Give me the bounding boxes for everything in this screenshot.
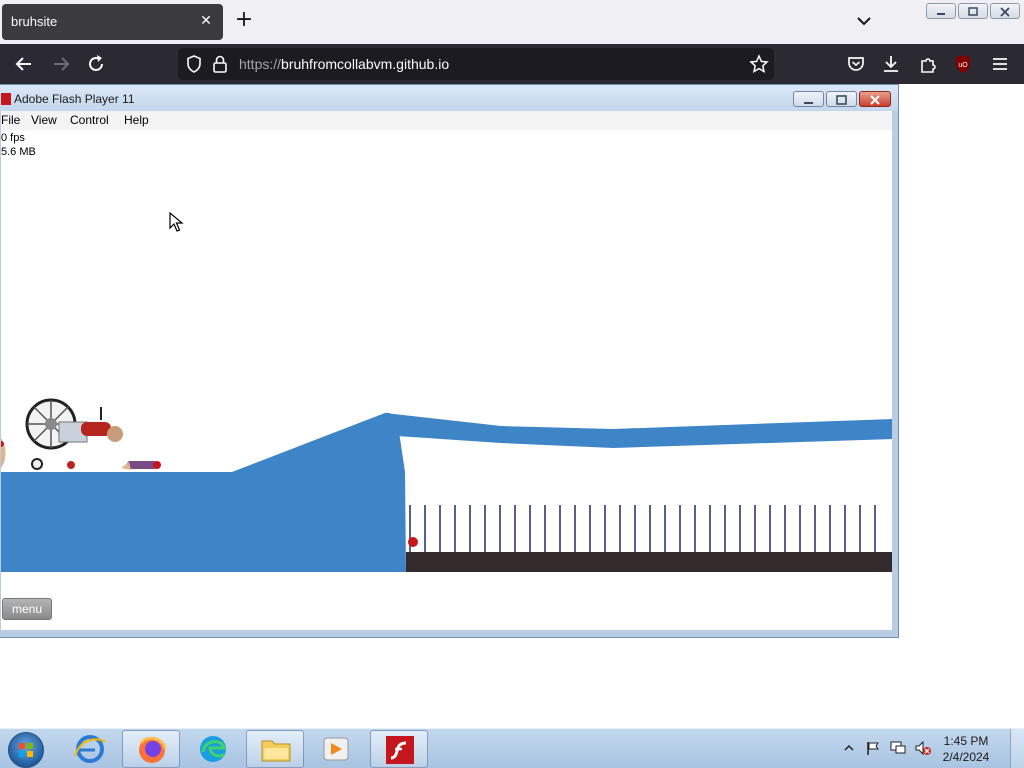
edge-icon [200,736,226,762]
action-center-flag-icon[interactable] [865,740,881,756]
flash-logo-icon [1,93,11,105]
player-character [25,398,123,470]
shield-icon[interactable] [184,54,204,74]
game-menu-button[interactable]: menu [2,598,52,620]
downloads-icon[interactable] [880,53,902,75]
url-host: bruhfromcollabvm.github.io [281,56,450,72]
back-icon[interactable] [13,53,35,75]
media-player-icon [323,737,349,761]
close-window-button[interactable] [990,3,1020,19]
game-stage[interactable]: 0 fps 5.6 MB menu [1,130,892,630]
url-scheme: https:// [239,56,282,72]
flash-titlebar[interactable]: Adobe Flash Player 11 [0,85,898,111]
clock-date[interactable]: 2/4/2024 [936,750,996,764]
ublock-origin-icon[interactable]: uO [952,53,974,75]
flash-player-window: Adobe Flash Player 11 File View Control … [0,84,899,638]
blood-splat [408,537,418,547]
mouse-cursor-icon [169,212,184,232]
new-tab-icon[interactable]: + [233,9,255,32]
restore-button[interactable] [958,3,988,19]
browser-tabstrip: bruhsite ✕ + [0,0,1024,44]
taskbar-firefox[interactable] [122,730,180,768]
extensions-icon[interactable] [917,53,939,75]
lock-icon[interactable] [211,54,229,74]
browser-tab[interactable]: bruhsite ✕ [2,4,223,40]
navigation-toolbar: https://bruhfromcollabvm.github.io uO [0,44,1024,84]
flash-minimize-button[interactable] [793,91,824,107]
flash-close-button[interactable] [859,91,891,107]
flash-maximize-button[interactable] [826,91,857,107]
forward-icon[interactable] [50,53,72,75]
bridge-beam [385,413,892,448]
taskbar-internet-explorer[interactable] [61,730,119,768]
taskbar-flash-player[interactable] [370,730,428,768]
spike-row [409,505,876,552]
hamburger-menu-icon[interactable] [989,53,1011,75]
url-bar[interactable]: https://bruhfromcollabvm.github.io [178,48,774,80]
taskbar-file-explorer[interactable] [246,730,304,768]
url-text[interactable]: https://bruhfromcollabvm.github.io [239,56,449,72]
taskbar-media-player[interactable] [307,730,365,768]
tab-close-icon[interactable]: ✕ [197,12,215,30]
pocket-icon[interactable] [845,53,867,75]
svg-text:uO: uO [958,62,968,69]
flash-menubar: File View Control Help [1,111,892,130]
reload-icon[interactable] [85,53,107,75]
menu-view[interactable]: View [31,113,57,127]
firefox-icon [139,736,167,763]
network-icon[interactable] [889,740,907,756]
taskbar-edge[interactable] [184,730,242,768]
chevron-down-icon[interactable] [852,10,876,32]
menu-file[interactable]: File [1,113,20,127]
folder-icon [261,740,291,762]
clock-time[interactable]: 1:45 PM [936,734,996,748]
flash-player-icon [386,736,414,764]
game-scene [1,398,892,572]
show-desktop-button[interactable] [1010,729,1024,768]
window-title: Adobe Flash Player 11 [14,92,135,106]
tab-title: bruhsite [11,14,58,29]
bookmark-star-icon[interactable] [749,54,769,74]
start-button[interactable] [8,732,44,768]
menu-help[interactable]: Help [124,113,149,127]
volume-muted-icon[interactable] [914,740,932,756]
windows-logo-icon [19,743,33,757]
detached-limb [121,461,161,470]
spike-floor [406,552,892,572]
taskbar: 1:45 PM 2/4/2024 [0,728,1024,768]
minimize-button[interactable] [926,3,956,19]
tray-overflow-icon[interactable] [843,743,855,753]
menu-control[interactable]: Control [70,113,109,127]
internet-explorer-icon [74,735,106,763]
